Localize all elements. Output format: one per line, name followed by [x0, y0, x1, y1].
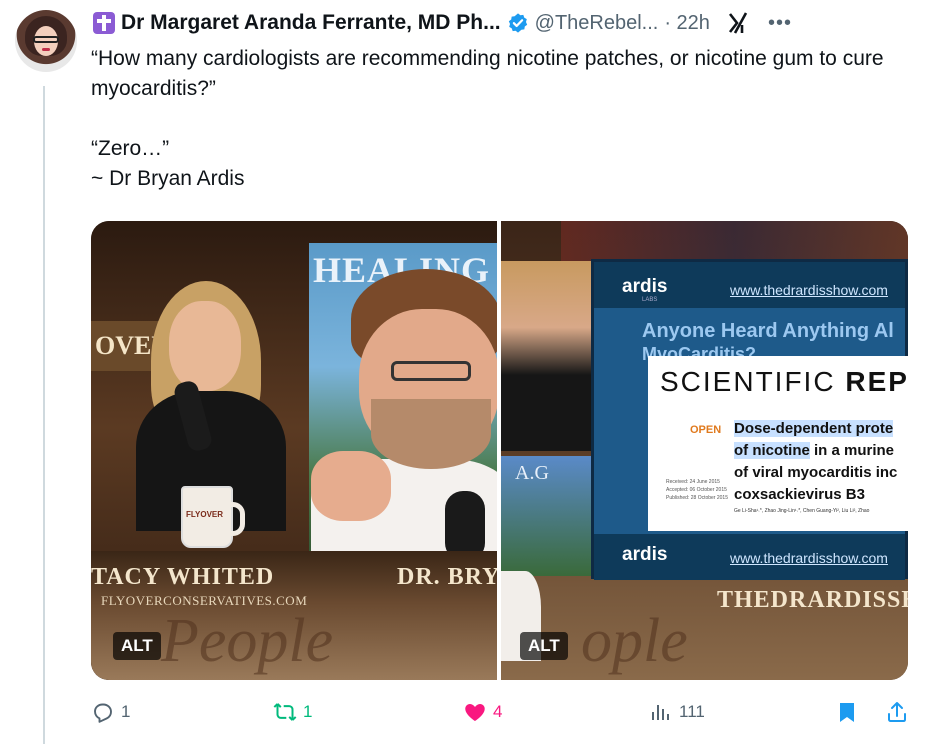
paper-title-line-2: in a murine — [809, 442, 895, 459]
paper-title-line-3: of viral myocarditis inc — [734, 464, 898, 481]
post-text-line-3: ~ Dr Bryan Ardis — [91, 167, 245, 190]
paper-title-line-4: coxsackievirus B3 — [734, 486, 865, 503]
presentation-screen: ardis LABS www.thedrardisshow.com Anyone… — [591, 259, 908, 580]
views-count: 111 — [679, 702, 705, 721]
paper-received: Received: 24 June 2015 — [666, 479, 720, 485]
background-script: People — [161, 607, 334, 675]
paper-title-line-2-hl: of nicotine — [734, 442, 810, 459]
bookmark-icon — [840, 703, 854, 722]
post-text: “How many cardiologists are recommending… — [91, 44, 911, 194]
post-actions: 1 1 4 111 — [91, 700, 916, 732]
open-access-label: OPEN — [690, 424, 722, 436]
host-woman — [131, 281, 286, 531]
latin-cross-icon — [93, 12, 115, 34]
pointing-hand — [311, 451, 391, 521]
paper-dates: Received: 24 June 2015 Accepted: 06 Octo… — [666, 478, 728, 502]
reply-icon — [94, 703, 112, 723]
repost-button[interactable]: 1 — [273, 700, 312, 724]
ardis-logo: ardis — [622, 544, 668, 565]
media-image-right[interactable]: A.G ardis LABS www.thedrardisshow.com An… — [501, 221, 908, 680]
ardis-logo-sub: LABS — [642, 297, 658, 303]
journal-heading-bold: REP — [845, 366, 908, 397]
post-text-line-1: “How many cardiologists are recommending… — [91, 47, 884, 100]
paper-authors: Ge Li-Sha¹˒*, Zhao Jing-Lin¹˒*, Chen Gua… — [734, 508, 870, 514]
paper-title-line-1: Dose-dependent prote — [734, 420, 894, 437]
repost-icon — [273, 703, 297, 721]
coffee-mug: FLYOVER — [181, 486, 245, 548]
journal-heading: SCIENTIFIC REP — [660, 366, 908, 398]
screen-question: Anyone Heard Anything Al — [642, 320, 894, 342]
paper-title: Dose-dependent prote of nicotine in a mu… — [734, 418, 897, 506]
screen-url: www.thedrardisshow.com — [730, 282, 888, 298]
like-count: 4 — [493, 702, 503, 721]
reply-button[interactable]: 1 — [91, 700, 130, 724]
verified-badge-icon[interactable] — [507, 12, 529, 34]
bookmark-button[interactable] — [835, 700, 859, 724]
paper-published: Published: 28 October 2015 — [666, 495, 728, 501]
views-chart-icon — [652, 705, 669, 720]
paper-accepted: Accepted: 06 October 2015 — [666, 487, 727, 493]
background-script: ople — [581, 607, 688, 675]
share-button[interactable] — [885, 700, 909, 724]
flag-backdrop — [561, 221, 908, 261]
screen-url: www.thedrardisshow.com — [730, 550, 888, 566]
paper-card: SCIENTIFIC REP OPEN Dose-dependent prote… — [648, 356, 908, 531]
post-header: Dr Margaret Aranda Ferrante, MD Ph... @T… — [93, 8, 792, 38]
lower-third-show-name: THEDRARDISSH — [717, 587, 908, 613]
screen-bottom-bar: ardis www.thedrardisshow.com — [594, 534, 905, 580]
avatar-lips — [42, 48, 50, 51]
mug-text: FLYOVER — [186, 510, 224, 519]
screen-top-bar: ardis LABS www.thedrardisshow.com — [594, 262, 905, 308]
reply-count: 1 — [121, 702, 131, 721]
post-time[interactable]: · 22h — [664, 12, 710, 35]
side-screen-text: A.G — [501, 456, 591, 576]
grok-icon[interactable] — [726, 10, 752, 36]
post-text-line-2: “Zero…” — [91, 137, 170, 160]
ardis-logo: ardis — [622, 276, 668, 297]
share-icon — [888, 702, 906, 722]
heart-icon — [465, 704, 485, 721]
author-handle[interactable]: @TheRebel... — [535, 12, 659, 35]
lower-third-name-left: TACY WHITED — [91, 564, 275, 590]
like-button[interactable]: 4 — [463, 700, 502, 724]
more-options-icon[interactable]: ••• — [768, 12, 792, 35]
views-button[interactable]: 111 — [649, 700, 705, 724]
media-image-left[interactable]: OVER HEALING FLYOVER TACY WHITED FLYOVER… — [91, 221, 497, 680]
media-grid: OVER HEALING FLYOVER TACY WHITED FLYOVER… — [91, 221, 908, 680]
lower-third-name-right: DR. BRYA — [397, 564, 497, 590]
author-display-name[interactable]: Dr Margaret Aranda Ferrante, MD Ph... — [121, 11, 501, 35]
avatar[interactable] — [15, 10, 77, 72]
thread-line — [43, 86, 45, 744]
host-woman — [501, 261, 591, 451]
repost-count: 1 — [303, 702, 313, 721]
alt-badge-left[interactable]: ALT — [113, 632, 161, 660]
avatar-glasses — [33, 36, 59, 43]
alt-badge-right[interactable]: ALT — [520, 632, 568, 660]
journal-heading-normal: SCIENTIFIC — [660, 366, 846, 397]
